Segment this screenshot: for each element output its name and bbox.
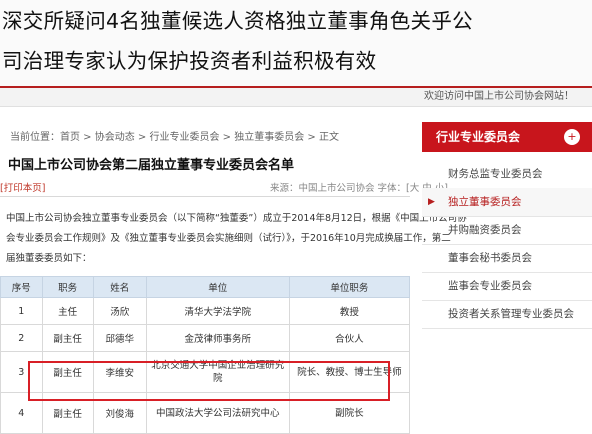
cell-number: 2 [0,324,43,352]
table-row: 1 主任 汤欣 清华大学法学院 教授 [0,297,411,325]
cell-unit: 金茂律师事务所 [145,324,290,352]
sidebar-item-label: 监事会专业委员会 [448,280,532,292]
article-paragraph: 中国上市公司协会独立董事专业委员会（以下简称“独董委”）成立于2014年8月12… [6,213,467,224]
article-paragraph: 届独董委委员如下： [6,253,92,264]
sidebar-item-label: 并购融资委员会 [448,224,522,236]
cell-role: 主任 [41,297,94,325]
col-name: 姓名 [92,276,147,298]
sidebar-item-label: 财务总监专业委员会 [448,168,543,180]
sidebar-title: 行业专业委员会 [436,130,521,144]
highlight-box [28,361,390,401]
print-link[interactable]: [打印本页] [0,180,45,194]
breadcrumb[interactable]: 当前位置：首页 > 协会动态 > 行业专业委员会 > 独立董事委员会 > 正文 [10,128,339,143]
site-notice: 欢迎访问中国上市公司协会网站！ [0,88,592,107]
col-unit-title: 单位职务 [288,276,411,298]
sidebar-item-label: 董事会秘书委员会 [448,252,532,264]
sidebar-item-ma[interactable]: 并购融资委员会 [422,216,592,245]
notice-text: 欢迎访问中国上市公司协会网站！ [424,91,574,102]
sidebar-item-investor-relations[interactable]: 投资者关系管理专业委员会 [422,300,592,329]
news-headline: 深交所疑问4名独董候选人资格独立董事角色关乎公 司治理专家认为保护投资者利益积极… [0,0,592,86]
table-row: 2 副主任 邱德华 金茂律师事务所 合伙人 [0,324,411,352]
table-header-row: 序号 职务 姓名 单位 单位职务 [0,276,411,298]
col-role: 职务 [41,276,94,298]
cell-unit-title: 合伙人 [288,324,411,352]
divider [0,196,410,197]
col-number: 序号 [0,276,43,298]
sidebar-item-label: 独立董事委员会 [448,196,522,208]
cell-role: 副主任 [41,324,94,352]
cell-unit: 清华大学法学院 [145,297,290,325]
sidebar-item-board-secretary[interactable]: 董事会秘书委员会 [422,244,592,273]
sidebar-header: 行业专业委员会 + [422,122,592,152]
page-title: 中国上市公司协会第二届独立董事专业委员会名单 [8,158,295,173]
sidebar-item-supervisory[interactable]: 监事会专业委员会 [422,272,592,301]
plus-icon[interactable]: + [564,129,580,145]
col-unit: 单位 [145,276,290,298]
cell-unit-title: 教授 [288,297,411,325]
headline-line-2: 司治理专家认为保护投资者利益积极有效 [2,49,377,73]
article-main: 当前位置：首页 > 协会动态 > 行业专业委员会 > 独立董事委员会 > 正文 … [0,116,467,434]
triangle-right-icon: ▶ [428,197,435,207]
cell-name: 汤欣 [92,297,147,325]
cell-name: 邱德华 [92,324,147,352]
sidebar-item-label: 投资者关系管理专业委员会 [448,308,574,320]
sidebar-item-independent-director[interactable]: ▶ 独立董事委员会 [422,188,592,217]
article-paragraph: 会专业委员会工作规则》及《独立董事专业委员会实施细则（试行）》，于2016年10… [6,233,451,244]
sidebar-item-finance[interactable]: 财务总监专业委员会 [422,160,592,189]
headline-line-1: 深交所疑问4名独董候选人资格独立董事角色关乎公 [2,9,473,33]
cell-number: 1 [0,297,43,325]
sidebar: 行业专业委员会 + 财务总监专业委员会 ▶ 独立董事委员会 并购融资委员会 董事… [422,116,592,400]
member-table: 序号 职务 姓名 单位 单位职务 1 主任 汤欣 清华大学法学院 教授 2 副主 [0,276,411,434]
